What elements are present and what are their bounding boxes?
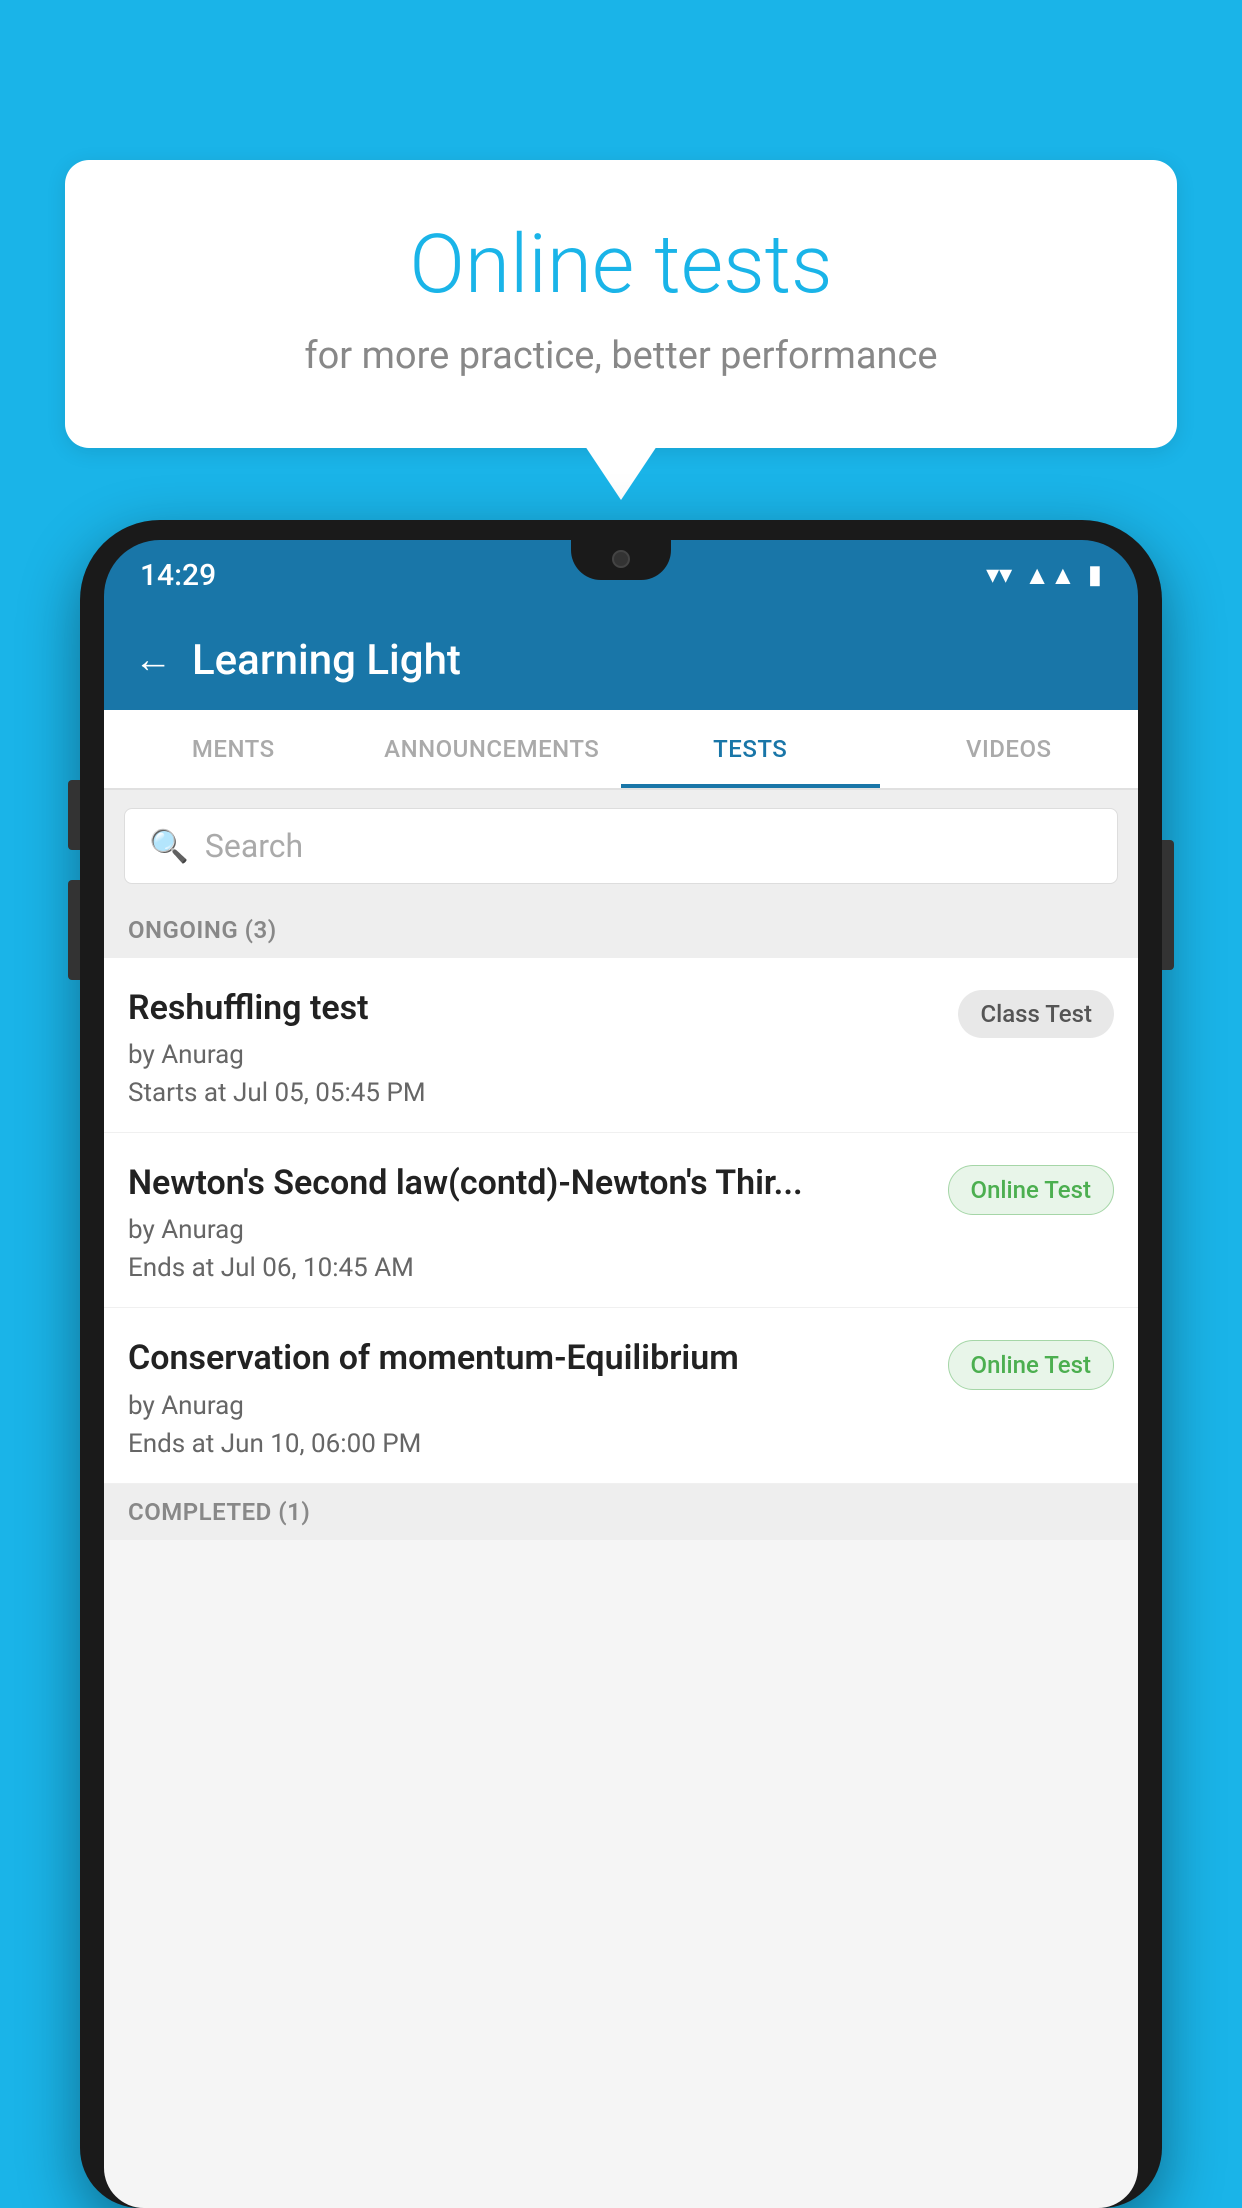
- app-title: Learning Light: [192, 636, 461, 685]
- front-camera: [612, 550, 630, 568]
- tab-ments[interactable]: MENTS: [104, 710, 363, 788]
- test-author-2: by Anurag: [128, 1215, 932, 1245]
- test-badge-3: Online Test: [948, 1340, 1114, 1390]
- status-icons: ▾▾ ▲▲ ▮: [986, 560, 1102, 591]
- tab-tests[interactable]: TESTS: [621, 710, 880, 788]
- test-item-2[interactable]: Newton's Second law(contd)-Newton's Thir…: [104, 1133, 1138, 1308]
- phone-notch: [571, 540, 671, 580]
- volume-down-button: [68, 880, 80, 980]
- back-button[interactable]: ←: [134, 638, 172, 682]
- phone-screen: ← Learning Light MENTS ANNOUNCEMENTS TES…: [104, 610, 1138, 2208]
- search-icon: 🔍: [149, 827, 189, 865]
- test-list: Reshuffling test by Anurag Starts at Jul…: [104, 958, 1138, 1484]
- bubble-title: Online tests: [115, 220, 1127, 310]
- test-time-2: Ends at Jul 06, 10:45 AM: [128, 1253, 932, 1283]
- speech-bubble-container: Online tests for more practice, better p…: [65, 160, 1177, 448]
- test-info-3: Conservation of momentum-Equilibrium by …: [128, 1336, 932, 1458]
- volume-up-button: [68, 780, 80, 850]
- test-item-3[interactable]: Conservation of momentum-Equilibrium by …: [104, 1308, 1138, 1483]
- test-name-3: Conservation of momentum-Equilibrium: [128, 1336, 932, 1380]
- bubble-subtitle: for more practice, better performance: [115, 334, 1127, 378]
- wifi-icon: ▾▾: [986, 560, 1012, 590]
- signal-icon: ▲▲: [1024, 560, 1075, 591]
- test-author-1: by Anurag: [128, 1040, 942, 1070]
- power-button: [1162, 840, 1174, 970]
- test-info-1: Reshuffling test by Anurag Starts at Jul…: [128, 986, 942, 1108]
- tab-videos[interactable]: VIDEOS: [880, 710, 1139, 788]
- test-time-3: Ends at Jun 10, 06:00 PM: [128, 1429, 932, 1459]
- search-bar[interactable]: 🔍 Search: [124, 808, 1118, 884]
- test-info-2: Newton's Second law(contd)-Newton's Thir…: [128, 1161, 932, 1283]
- tab-bar: MENTS ANNOUNCEMENTS TESTS VIDEOS: [104, 710, 1138, 790]
- search-input[interactable]: Search: [205, 827, 303, 865]
- ongoing-section-header: ONGOING (3): [104, 902, 1138, 958]
- completed-section-header: COMPLETED (1): [104, 1484, 1138, 1540]
- search-container: 🔍 Search: [104, 790, 1138, 902]
- test-name-2: Newton's Second law(contd)-Newton's Thir…: [128, 1161, 932, 1205]
- speech-bubble: Online tests for more practice, better p…: [65, 160, 1177, 448]
- test-author-3: by Anurag: [128, 1391, 932, 1421]
- tab-announcements[interactable]: ANNOUNCEMENTS: [363, 710, 622, 788]
- battery-icon: ▮: [1088, 560, 1102, 590]
- test-name-1: Reshuffling test: [128, 986, 942, 1030]
- test-item-1[interactable]: Reshuffling test by Anurag Starts at Jul…: [104, 958, 1138, 1133]
- test-time-1: Starts at Jul 05, 05:45 PM: [128, 1078, 942, 1108]
- app-header: ← Learning Light: [104, 610, 1138, 710]
- status-time: 14:29: [140, 558, 216, 593]
- status-bar: 14:29 ▾▾ ▲▲ ▮: [104, 540, 1138, 610]
- test-badge-2: Online Test: [948, 1165, 1114, 1215]
- test-badge-1: Class Test: [958, 990, 1114, 1038]
- phone-frame: 14:29 ▾▾ ▲▲ ▮ ← Learning Light MENTS ANN…: [80, 520, 1162, 2208]
